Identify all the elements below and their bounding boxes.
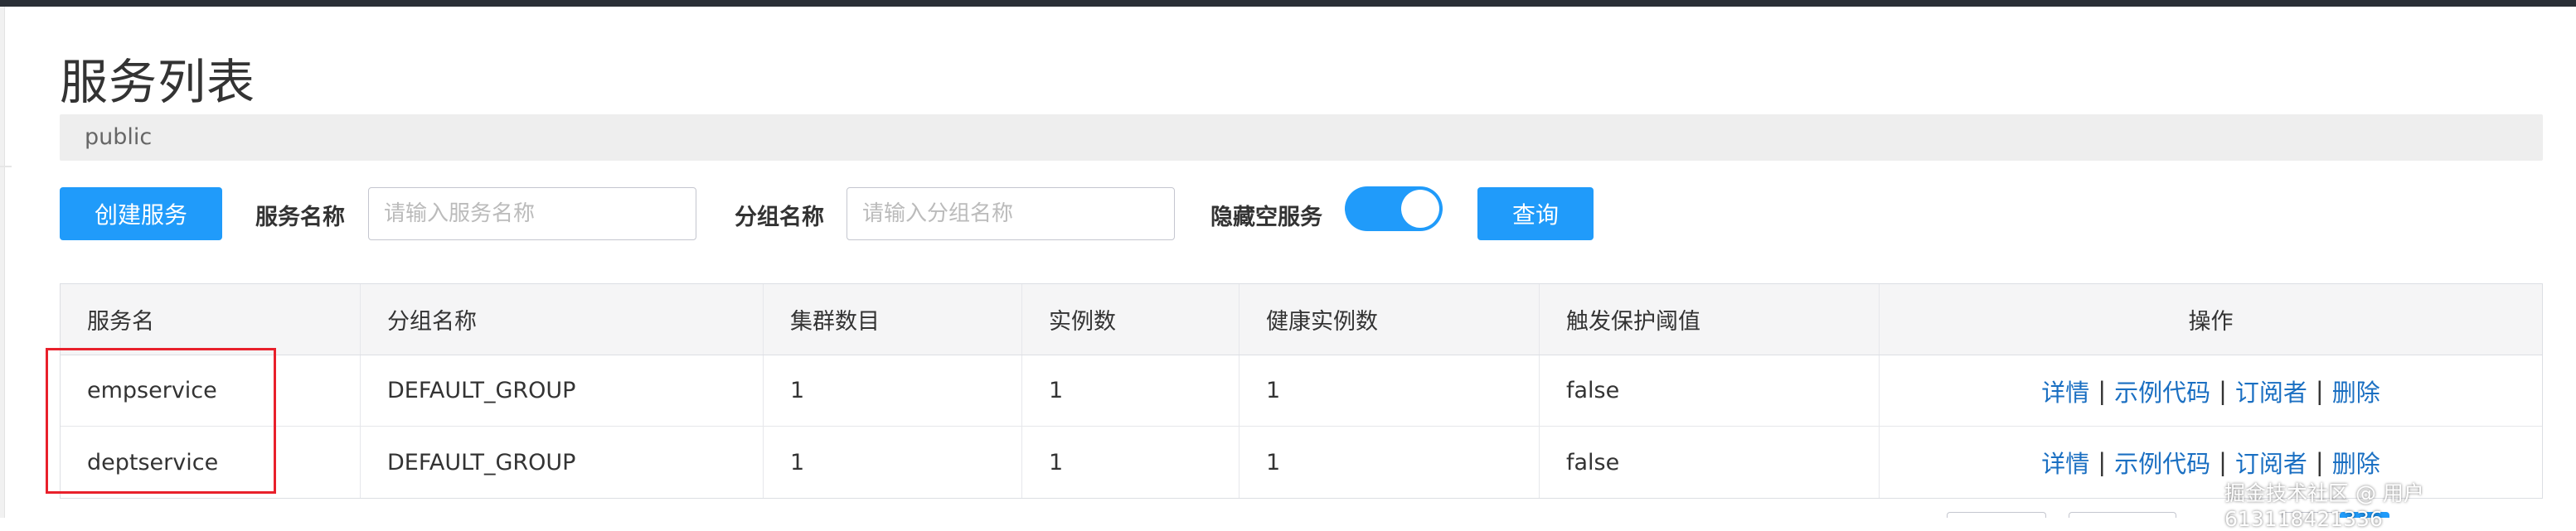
healthy-count-cell: 1 [1239,355,1540,426]
query-button[interactable]: 查询 [1477,187,1594,240]
cluster-count-cell: 1 [764,355,1022,426]
group-name-label: 分组名称 [735,205,824,230]
watermark: 掘金技术社区 @ 用户613118421336 [2224,481,2424,531]
search-toolbar: 创建服务 服务名称 分组名称 隐藏空服务 查询 [0,182,2576,242]
cluster-count-cell: 1 [764,427,1022,498]
toggle-knob [1401,190,1439,228]
column-header-clusters: 集群数目 [764,284,1022,355]
instance-count-cell: 1 [1022,355,1239,426]
sidebar-divider [0,166,12,167]
column-header-actions: 操作 [2188,309,2234,335]
service-name-label: 服务名称 [255,205,345,230]
pager-control[interactable] [2069,512,2176,518]
detail-link[interactable]: 详情 [2041,374,2089,408]
actions-cell: 详情 | 示例代码 | 订阅者 | 删除 [1880,355,2542,426]
action-separator: | [2315,376,2324,405]
action-separator: | [2098,448,2107,476]
pager-control[interactable] [1947,512,2046,518]
subscribers-link[interactable]: 订阅者 [2235,374,2307,408]
sample-code-link[interactable]: 示例代码 [2114,374,2210,408]
delete-link[interactable]: 删除 [2332,374,2380,408]
action-separator: | [2315,448,2324,476]
protect-threshold-cell: false [1540,427,1880,498]
top-bar [0,0,2576,7]
action-separator: | [2219,376,2227,405]
sample-code-link[interactable]: 示例代码 [2114,445,2210,480]
service-name-cell: deptservice [61,427,361,498]
table-row: empservice DEFAULT_GROUP 1 1 1 false 详情 … [61,355,2542,427]
service-table: 服务名 分组名称 集群数目 实例数 健康实例数 触发保护阈值 操作 empser… [60,283,2543,499]
column-header-service: 服务名 [61,284,361,355]
action-separator: | [2219,448,2227,476]
namespace-label: public [85,124,153,150]
create-service-button[interactable]: 创建服务 [60,187,222,240]
group-name-cell: DEFAULT_GROUP [361,355,764,426]
group-name-cell: DEFAULT_GROUP [361,427,764,498]
action-separator: | [2098,376,2107,405]
subscribers-link[interactable]: 订阅者 [2235,445,2307,480]
column-header-instances: 实例数 [1022,284,1239,355]
healthy-count-cell: 1 [1239,427,1540,498]
service-name-input[interactable] [368,187,696,240]
table-row: deptservice DEFAULT_GROUP 1 1 1 false 详情… [61,427,2542,498]
detail-link[interactable]: 详情 [2041,445,2089,480]
column-header-protect: 触发保护阈值 [1540,284,1880,355]
hide-empty-label: 隐藏空服务 [1210,205,1322,230]
table-header: 服务名 分组名称 集群数目 实例数 健康实例数 触发保护阈值 操作 [61,284,2542,355]
group-name-input[interactable] [847,187,1175,240]
column-header-healthy: 健康实例数 [1239,284,1540,355]
page-title: 服务列表 [60,54,256,110]
namespace-bar: public [60,114,2543,161]
hide-empty-toggle[interactable] [1345,186,1443,231]
service-name-cell: empservice [61,355,361,426]
sidebar-edge [0,7,5,518]
delete-link[interactable]: 删除 [2332,445,2380,480]
column-header-group: 分组名称 [361,284,764,355]
instance-count-cell: 1 [1022,427,1239,498]
protect-threshold-cell: false [1540,355,1880,426]
